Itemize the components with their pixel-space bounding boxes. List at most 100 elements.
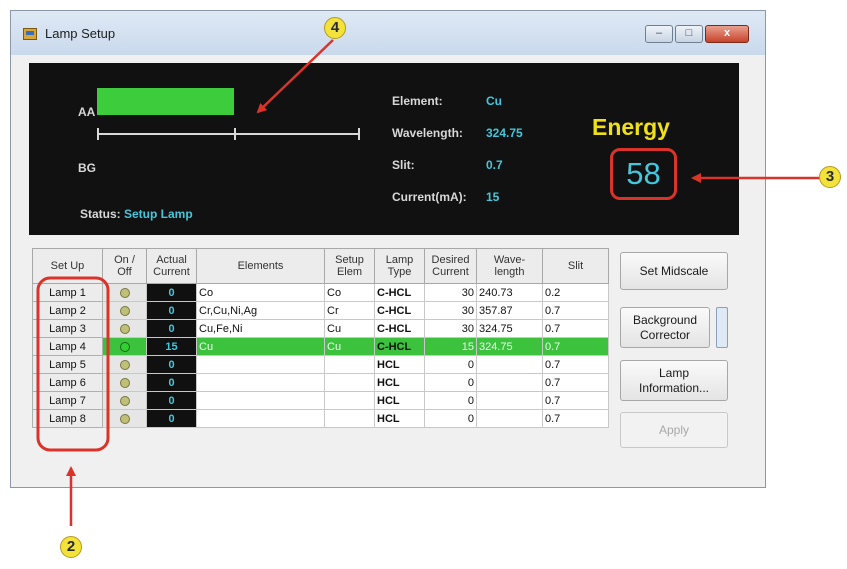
wavelength-cell[interactable] bbox=[476, 355, 543, 374]
desired-current-cell[interactable]: 0 bbox=[424, 355, 477, 374]
apply-button[interactable]: Apply bbox=[620, 412, 728, 448]
lamp-type-cell[interactable]: HCL bbox=[374, 391, 425, 410]
lamp-setup-button[interactable]: Lamp 6 bbox=[32, 373, 103, 392]
desired-current-cell[interactable]: 30 bbox=[424, 283, 477, 302]
header-set-up[interactable]: Set Up bbox=[32, 248, 103, 284]
lamp-information-button[interactable]: Lamp Information... bbox=[620, 360, 728, 401]
header-text: Actual bbox=[156, 254, 187, 266]
actual-current-cell: 0 bbox=[146, 355, 197, 374]
wavelength-cell[interactable] bbox=[476, 391, 543, 410]
slit-cell[interactable]: 0.7 bbox=[542, 409, 609, 428]
desired-current-cell[interactable]: 30 bbox=[424, 301, 477, 320]
status-led-icon bbox=[119, 395, 130, 406]
header-actual-current[interactable]: Actual Current bbox=[146, 248, 197, 284]
lamp-type-cell[interactable]: HCL bbox=[374, 373, 425, 392]
slit-cell[interactable]: 0.7 bbox=[542, 301, 609, 320]
lamp-type-cell[interactable]: C-HCL bbox=[374, 319, 425, 338]
elements-cell[interactable]: Cr,Cu,Ni,Ag bbox=[196, 301, 325, 320]
setup-elem-cell[interactable] bbox=[324, 355, 375, 374]
wavelength-value: 324.75 bbox=[486, 126, 523, 140]
slit-cell[interactable]: 0.7 bbox=[542, 373, 609, 392]
elements-cell[interactable] bbox=[196, 355, 325, 374]
lamp-setup-button[interactable]: Lamp 8 bbox=[32, 409, 103, 428]
lamp-setup-button[interactable]: Lamp 2 bbox=[32, 301, 103, 320]
lamp-toggle[interactable] bbox=[102, 391, 147, 410]
lamp-toggle[interactable] bbox=[102, 319, 147, 338]
header-wavelength[interactable]: Wave-length bbox=[476, 248, 543, 284]
lamp-setup-button[interactable]: Lamp 5 bbox=[32, 355, 103, 374]
setup-elem-cell[interactable]: Cu bbox=[324, 337, 375, 356]
table-header-row: Set Up On / Off Actual Current Elements Se… bbox=[32, 248, 609, 284]
slit-cell[interactable]: 0.2 bbox=[542, 283, 609, 302]
lamp-type-cell[interactable]: HCL bbox=[374, 355, 425, 374]
desired-current-cell[interactable]: 0 bbox=[424, 391, 477, 410]
wavelength-cell[interactable] bbox=[476, 409, 543, 428]
table-row[interactable]: Lamp 4 15 Cu Cu C-HCL 15 324.75 0.7 bbox=[32, 337, 609, 356]
elements-cell[interactable]: Cu,Fe,Ni bbox=[196, 319, 325, 338]
lamp-setup-button[interactable]: Lamp 7 bbox=[32, 391, 103, 410]
wavelength-cell[interactable]: 240.73 bbox=[476, 283, 543, 302]
desired-current-cell[interactable]: 30 bbox=[424, 319, 477, 338]
set-midscale-button[interactable]: Set Midscale bbox=[620, 252, 728, 290]
setup-elem-cell[interactable] bbox=[324, 373, 375, 392]
close-button[interactable]: x bbox=[705, 25, 749, 43]
header-desired-current[interactable]: Desired Current bbox=[424, 248, 477, 284]
lamp-toggle[interactable] bbox=[102, 283, 147, 302]
header-text: Off bbox=[117, 266, 132, 278]
header-slit[interactable]: Slit bbox=[542, 248, 609, 284]
elements-cell[interactable] bbox=[196, 409, 325, 428]
lamp-toggle[interactable] bbox=[102, 301, 147, 320]
elements-cell[interactable] bbox=[196, 391, 325, 410]
wavelength-cell[interactable]: 324.75 bbox=[476, 319, 543, 338]
lamp-setup-button[interactable]: Lamp 3 bbox=[32, 319, 103, 338]
slit-cell[interactable]: 0.7 bbox=[542, 355, 609, 374]
lamp-type-cell[interactable]: C-HCL bbox=[374, 283, 425, 302]
elements-cell[interactable]: Cu bbox=[196, 337, 325, 356]
lamp-type-cell[interactable]: C-HCL bbox=[374, 301, 425, 320]
minimize-button[interactable]: – bbox=[645, 25, 673, 43]
header-text: Current bbox=[153, 266, 190, 278]
desired-current-cell[interactable]: 15 bbox=[424, 337, 477, 356]
annotation-marker-4: 3 bbox=[819, 166, 841, 188]
scale-tick bbox=[97, 128, 99, 140]
wavelength-cell[interactable] bbox=[476, 373, 543, 392]
setup-elem-cell[interactable] bbox=[324, 391, 375, 410]
desired-current-cell[interactable]: 0 bbox=[424, 409, 477, 428]
table-row[interactable]: Lamp 1 0 Co Co C-HCL 30 240.73 0.2 bbox=[32, 283, 609, 302]
lamp-toggle[interactable] bbox=[102, 355, 147, 374]
setup-elem-cell[interactable]: Co bbox=[324, 283, 375, 302]
header-elements[interactable]: Elements bbox=[196, 248, 325, 284]
header-lamp-type[interactable]: Lamp Type bbox=[374, 248, 425, 284]
elements-cell[interactable] bbox=[196, 373, 325, 392]
lamp-setup-button[interactable]: Lamp 4 bbox=[32, 337, 103, 356]
desired-current-cell[interactable]: 0 bbox=[424, 373, 477, 392]
setup-elem-cell[interactable]: Cr bbox=[324, 301, 375, 320]
header-text: Wave- bbox=[493, 254, 526, 266]
setup-elem-cell[interactable]: Cu bbox=[324, 319, 375, 338]
header-setup-elem[interactable]: Setup Elem bbox=[324, 248, 375, 284]
header-on-off[interactable]: On / Off bbox=[102, 248, 147, 284]
lamp-toggle[interactable] bbox=[102, 409, 147, 428]
background-corrector-button[interactable]: Background Corrector bbox=[620, 307, 710, 348]
lamp-toggle[interactable] bbox=[102, 373, 147, 392]
table-row[interactable]: Lamp 5 0 HCL 0 0.7 bbox=[32, 355, 609, 374]
table-row[interactable]: Lamp 6 0 HCL 0 0.7 bbox=[32, 373, 609, 392]
title-bar[interactable]: Lamp Setup – □ x bbox=[11, 11, 765, 55]
lamp-type-cell[interactable]: HCL bbox=[374, 409, 425, 428]
table-row[interactable]: Lamp 2 0 Cr,Cu,Ni,Ag Cr C-HCL 30 357.87 0.7 bbox=[32, 301, 609, 320]
table-row[interactable]: Lamp 8 0 HCL 0 0.7 bbox=[32, 409, 609, 428]
table-row[interactable]: Lamp 3 0 Cu,Fe,Ni Cu C-HCL 30 324.75 0.7 bbox=[32, 319, 609, 338]
slit-cell[interactable]: 0.7 bbox=[542, 337, 609, 356]
lamp-type-cell[interactable]: C-HCL bbox=[374, 337, 425, 356]
lamp-setup-button[interactable]: Lamp 1 bbox=[32, 283, 103, 302]
table-row[interactable]: Lamp 7 0 HCL 0 0.7 bbox=[32, 391, 609, 410]
slit-cell[interactable]: 0.7 bbox=[542, 391, 609, 410]
lamp-toggle[interactable] bbox=[102, 337, 147, 356]
wavelength-cell[interactable]: 357.87 bbox=[476, 301, 543, 320]
setup-elem-cell[interactable] bbox=[324, 409, 375, 428]
slit-cell[interactable]: 0.7 bbox=[542, 319, 609, 338]
lamp-app-icon bbox=[23, 28, 37, 40]
elements-cell[interactable]: Co bbox=[196, 283, 325, 302]
wavelength-cell[interactable]: 324.75 bbox=[476, 337, 543, 356]
maximize-button[interactable]: □ bbox=[675, 25, 703, 43]
